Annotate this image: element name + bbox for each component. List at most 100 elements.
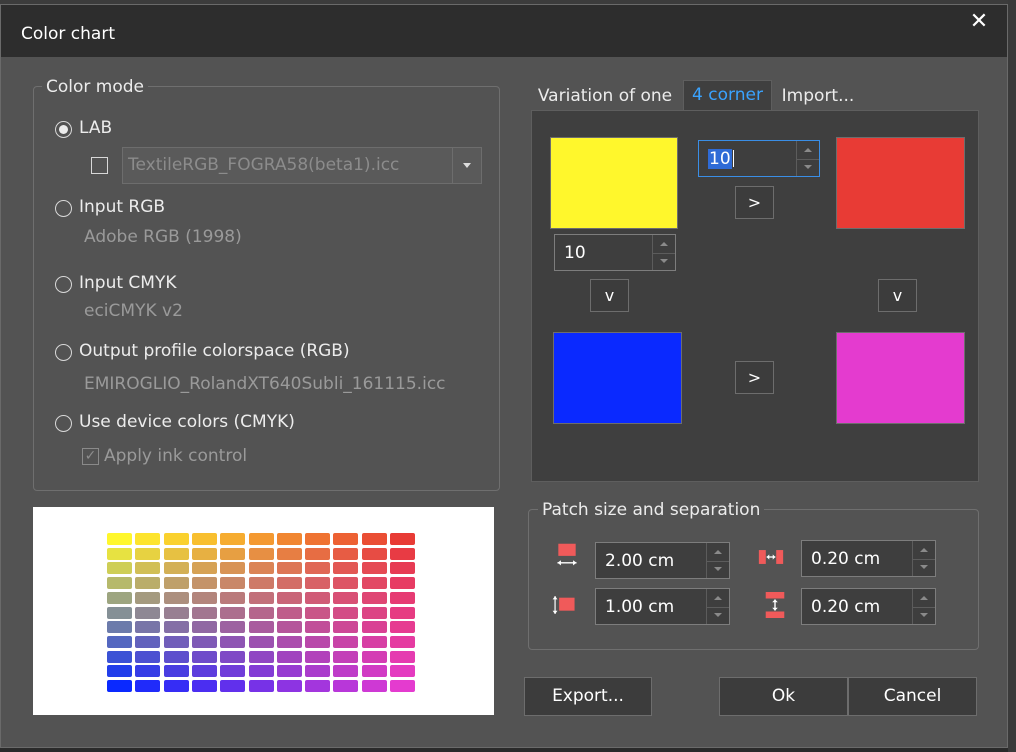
preview-patch (361, 621, 387, 634)
output-profile-radio[interactable] (55, 344, 72, 361)
preview-patch (191, 577, 217, 590)
preview-patch (333, 591, 359, 604)
bottom-left-color-swatch[interactable] (553, 332, 682, 424)
preview-patch (276, 621, 302, 634)
increment-icon[interactable] (797, 141, 819, 160)
patch-height-icon (552, 596, 575, 614)
apply-vertical-right-button[interactable]: v (878, 279, 917, 312)
patch-height-value[interactable]: 1.00 cm (605, 597, 674, 617)
increment-icon[interactable] (913, 589, 935, 608)
preview-patch (135, 680, 161, 692)
cancel-button[interactable]: Cancel (848, 677, 977, 716)
decrement-icon[interactable] (707, 607, 729, 625)
vertical-separation-field[interactable]: 0.20 cm (801, 588, 936, 625)
vertical-separation-value[interactable]: 0.20 cm (811, 597, 880, 617)
preview-patch (191, 621, 217, 634)
top-left-color-swatch[interactable] (550, 137, 678, 229)
top-right-color-swatch[interactable] (836, 137, 965, 229)
patch-height-field[interactable]: 1.00 cm (595, 588, 730, 625)
device-colors-label: Use device colors (CMYK) (79, 412, 295, 432)
preview-patch (248, 577, 274, 590)
preview-patch (135, 591, 161, 604)
decrement-icon[interactable] (913, 559, 935, 577)
horizontal-steps-stepper[interactable]: 10 (698, 140, 820, 177)
tab-variation-of-one[interactable]: Variation of one (536, 82, 674, 110)
apply-ink-control-label: Apply ink control (104, 446, 248, 466)
preview-patch (135, 635, 161, 648)
decrement-icon[interactable] (797, 159, 819, 177)
preview-patch (191, 606, 217, 619)
lab-radio[interactable] (55, 121, 72, 138)
preview-patch (163, 577, 189, 590)
preview-patch (220, 621, 246, 634)
preview-patch (305, 606, 331, 619)
vertical-steps-stepper[interactable]: 10 (554, 234, 676, 271)
preview-patch (276, 650, 302, 663)
increment-icon[interactable] (653, 235, 675, 254)
preview-patch (107, 621, 132, 634)
color-chart-preview (33, 507, 494, 715)
preview-patch (107, 606, 132, 619)
horizontal-separation-field[interactable]: 0.20 cm (801, 540, 936, 577)
patch-size-legend: Patch size and separation (538, 500, 765, 520)
preview-patch (163, 680, 189, 692)
apply-horizontal-bottom-button[interactable]: > (735, 361, 774, 394)
decrement-icon[interactable] (653, 253, 675, 271)
preview-patch (248, 635, 274, 648)
increment-icon[interactable] (707, 589, 729, 608)
preview-patch (107, 562, 132, 575)
preview-patch (135, 533, 161, 545)
preview-patch (333, 533, 359, 545)
preview-patch (276, 606, 302, 619)
increment-icon[interactable] (707, 543, 729, 562)
chevron-down-icon[interactable] (452, 148, 481, 183)
input-rgb-radio[interactable] (55, 200, 72, 217)
preview-patch (220, 680, 246, 692)
lab-profile-checkbox[interactable] (91, 157, 108, 174)
input-cmyk-radio[interactable] (55, 276, 72, 293)
preview-patch (191, 533, 217, 545)
lab-profile-dropdown[interactable]: TextileRGB_FOGRA58(beta1).icc (122, 147, 482, 184)
patch-width-field[interactable]: 2.00 cm (595, 542, 730, 579)
tab-4-corner[interactable]: 4 corner (683, 80, 772, 110)
preview-patch (276, 562, 302, 575)
preview-patch (107, 591, 132, 604)
patch-width-icon (557, 543, 577, 566)
preview-patch (305, 533, 331, 545)
bottom-right-color-swatch[interactable] (836, 332, 965, 424)
preview-patch (361, 665, 387, 678)
export-button[interactable]: Export... (524, 677, 652, 716)
preview-patch (276, 665, 302, 678)
preview-patch (107, 547, 132, 560)
preview-patch (333, 650, 359, 663)
preview-patch (305, 591, 331, 604)
apply-vertical-left-button[interactable]: v (590, 279, 629, 312)
decrement-icon[interactable] (707, 561, 729, 579)
preview-patch (361, 547, 387, 560)
increment-icon[interactable] (913, 541, 935, 560)
preview-patch (163, 635, 189, 648)
preview-patch (135, 665, 161, 678)
preview-patch (163, 547, 189, 560)
apply-ink-control-checkbox[interactable]: ✓ (82, 448, 99, 465)
vertical-steps-value[interactable]: 10 (564, 243, 586, 263)
preview-patch (390, 606, 415, 619)
horizontal-separation-value[interactable]: 0.20 cm (811, 549, 880, 569)
preview-patch (191, 547, 217, 560)
device-colors-radio[interactable] (55, 415, 72, 432)
preview-patch (361, 606, 387, 619)
preview-patch (220, 606, 246, 619)
preview-patch (361, 562, 387, 575)
preview-patch (191, 635, 217, 648)
close-icon[interactable]: ✕ (968, 10, 990, 34)
ok-button[interactable]: Ok (719, 677, 848, 716)
preview-patch (390, 635, 415, 648)
apply-horizontal-top-button[interactable]: > (735, 186, 774, 219)
decrement-icon[interactable] (913, 607, 935, 625)
horizontal-steps-value[interactable]: 10 (708, 148, 732, 169)
preview-patch (333, 635, 359, 648)
preview-patch (135, 650, 161, 663)
patch-width-value[interactable]: 2.00 cm (605, 551, 674, 571)
preview-patch (191, 665, 217, 678)
tab-import[interactable]: Import... (775, 82, 861, 110)
